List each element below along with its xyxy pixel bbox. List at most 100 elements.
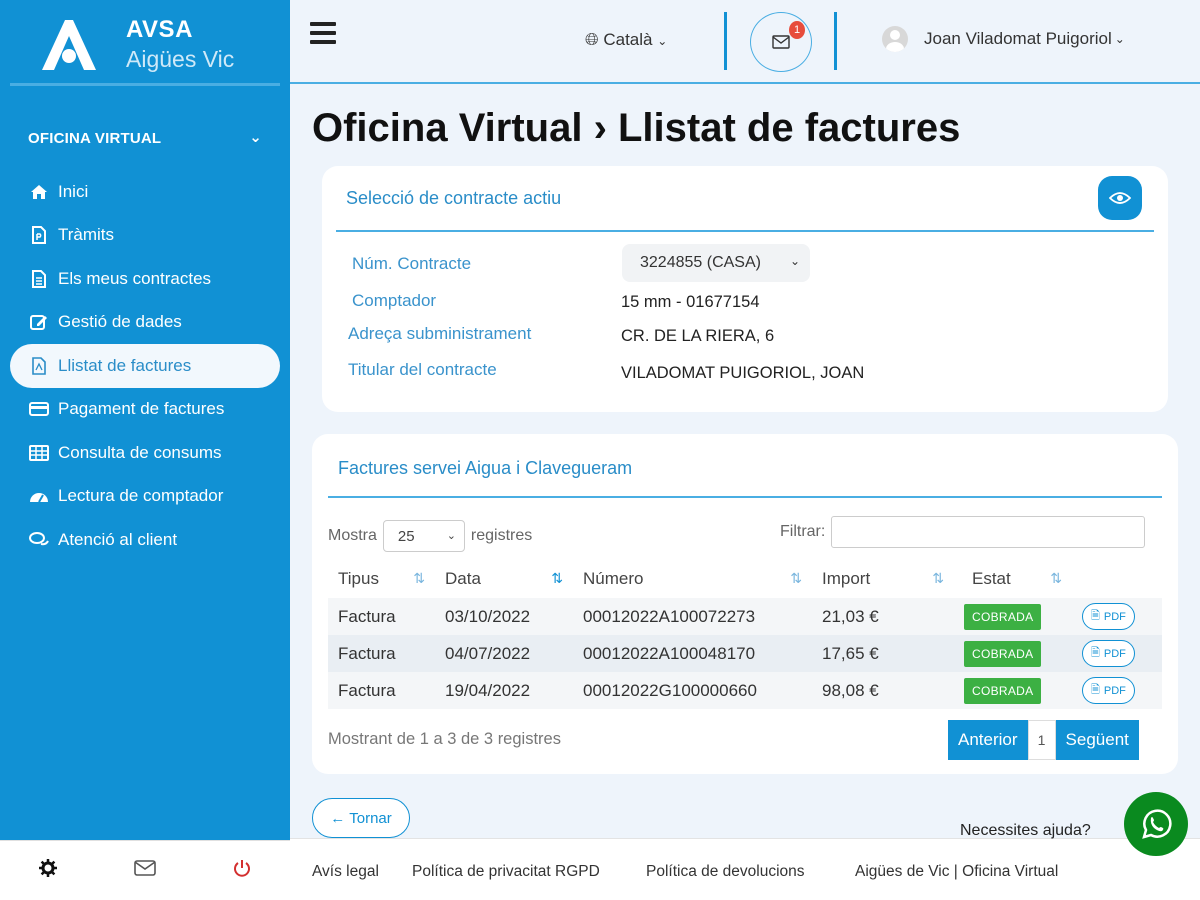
brand-name: AVSA: [126, 16, 193, 43]
sidebar-item-label: Tràmits: [58, 225, 115, 245]
back-button[interactable]: ← Tornar: [312, 798, 410, 838]
divider: [328, 496, 1162, 498]
sidebar-item-llistat-factures[interactable]: Llistat de factures: [10, 344, 280, 388]
status-badge: COBRADA: [964, 677, 1042, 704]
sidebar-item-label: Pagament de factures: [58, 399, 225, 419]
records-info: Mostrant de 1 a 3 de 3 registres: [328, 730, 561, 748]
holder-label: Titular del contracte: [348, 360, 497, 379]
footer-link-refunds[interactable]: Política de devolucions: [646, 863, 805, 881]
contract-select-value: 3224855 (CASA): [640, 254, 761, 271]
envelope-icon[interactable]: [134, 860, 156, 881]
pagination: Anterior 1 Següent: [948, 720, 1139, 760]
pdf-download-button[interactable]: 🗎 PDF: [1082, 640, 1135, 667]
column-header-tipus[interactable]: Tipus ⇅: [328, 560, 435, 598]
sidebar-item-gestio-dades[interactable]: Gestió de dades: [10, 301, 280, 345]
divider: [724, 12, 727, 70]
sidebar-item-contractes[interactable]: Els meus contractes: [10, 257, 280, 301]
topbar: 🌐︎ Català ⌄ 1 Joan Viladomat Puigoriol ⌄: [290, 0, 1200, 84]
page-number[interactable]: 1: [1027, 720, 1056, 760]
column-header-estat[interactable]: Estat ⇅: [954, 560, 1072, 598]
filter-input[interactable]: [831, 516, 1146, 548]
sidebar-item-label: Inici: [58, 181, 89, 201]
divider: [834, 12, 837, 70]
cell-amount: 17,65 €: [812, 635, 954, 672]
contract-card: Selecció de contracte actiu Núm. Contrac…: [322, 166, 1168, 412]
notification-badge: 1: [789, 21, 805, 39]
cell-amount: 21,03 €: [812, 598, 954, 635]
pdf-download-button[interactable]: 🗎 PDF: [1082, 603, 1135, 630]
holder-value: VILADOMAT PUIGORIOL, JOAN: [621, 364, 865, 382]
prev-page-button[interactable]: Anterior: [948, 720, 1028, 760]
sort-icon: ⇅: [932, 570, 944, 586]
show-label: Mostra: [328, 527, 377, 544]
sort-icon: ⇅: [790, 570, 802, 586]
sidebar-item-tramits[interactable]: Tràmits: [10, 214, 280, 258]
sidebar-item-label: Atenció al client: [58, 529, 178, 549]
page-title: Oficina Virtual › Llistat de factures: [312, 106, 961, 150]
divider: [336, 230, 1154, 232]
hamburger-menu-icon[interactable]: [310, 22, 336, 44]
sidebar-item-label: Consulta de consums: [58, 442, 222, 462]
cell-amount: 98,08 €: [812, 672, 954, 709]
sidebar-item-pagament[interactable]: Pagament de factures: [10, 388, 280, 432]
next-page-button[interactable]: Següent: [1055, 720, 1139, 760]
pdf-download-button[interactable]: 🗎 PDF: [1082, 677, 1135, 704]
back-button-label: Tornar: [349, 809, 392, 827]
contract-select[interactable]: 3224855 (CASA) ⌄: [622, 244, 810, 282]
power-icon[interactable]: [233, 859, 251, 882]
filter-label: Filtrar:: [780, 523, 826, 540]
chevron-down-icon: ⌄: [789, 254, 800, 268]
meter-value: 15 mm - 01677154: [621, 293, 760, 311]
page-length-value: 25: [397, 528, 415, 545]
cell-date: 19/04/2022: [435, 672, 573, 709]
sidebar-item-atencio[interactable]: Atenció al client: [10, 518, 280, 562]
avatar: [882, 26, 908, 52]
globe-icon: 🌐︎: [585, 30, 599, 49]
page-length-select[interactable]: 25 ⌄: [382, 520, 465, 552]
sidebar-item-consums[interactable]: Consulta de consums: [10, 431, 280, 475]
sidebar-section-toggle[interactable]: OFICINA VIRTUAL ⌄: [28, 129, 268, 147]
footer-link-legal[interactable]: Avís legal: [312, 863, 379, 881]
sidebar-footer: [0, 840, 290, 900]
arrow-left-icon: ←: [330, 809, 346, 827]
sidebar-item-inici[interactable]: Inici: [10, 170, 280, 214]
language-label: Català: [603, 30, 653, 49]
cell-number: 00012022A100072273: [573, 598, 812, 635]
column-header-data[interactable]: Data ⇅: [435, 560, 573, 598]
cell-status: COBRADA: [954, 635, 1072, 672]
edit-icon: [28, 313, 50, 331]
user-menu[interactable]: Joan Viladomat Puigoriol ⌄: [882, 26, 1125, 52]
column-header-numero[interactable]: Número ⇅: [573, 560, 812, 598]
help-text: Necessites ajuda?: [960, 822, 1091, 839]
whatsapp-button[interactable]: [1124, 792, 1188, 856]
chevron-down-icon: ⌄: [249, 129, 262, 146]
language-selector[interactable]: 🌐︎ Català ⌄: [585, 30, 667, 50]
home-icon: [28, 184, 50, 200]
cell-actions: 🗎 PDF: [1072, 598, 1162, 635]
sidebar-item-label: Lectura de comptador: [58, 486, 224, 506]
gauge-icon: [28, 488, 50, 504]
pdf-file-icon: 🗎: [1091, 684, 1100, 696]
user-name: Joan Viladomat Puigoriol: [924, 29, 1112, 48]
pdf-file-icon: [28, 356, 50, 375]
contract-card-title: Selecció de contracte actiu: [346, 188, 562, 208]
meter-label: Comptador: [352, 291, 437, 310]
column-header-import[interactable]: Import ⇅: [812, 560, 954, 598]
pdf-file-icon: 🗎: [1091, 610, 1100, 622]
pdf-file-icon: 🗎: [1091, 647, 1100, 659]
cell-actions: 🗎 PDF: [1072, 672, 1162, 709]
footer-link-office[interactable]: Aigües de Vic | Oficina Virtual: [855, 863, 1058, 881]
sidebar-item-lectura[interactable]: Lectura de comptador: [10, 475, 280, 519]
table-icon: [28, 444, 50, 461]
gear-icon[interactable]: [38, 859, 57, 882]
document-icon: [28, 226, 50, 245]
notifications-button[interactable]: 1: [750, 12, 812, 72]
footer-link-privacy[interactable]: Política de privacitat RGPD: [412, 863, 600, 881]
chat-icon: [28, 531, 50, 549]
brand[interactable]: AVSA Aigües Vic: [10, 0, 280, 86]
brand-subtitle: Aigües Vic: [126, 46, 235, 72]
view-contract-button[interactable]: [1098, 176, 1142, 220]
credit-card-icon: [28, 401, 50, 417]
address-label: Adreça subministrament: [348, 324, 532, 343]
invoices-card: Factures servei Aigua i Clavegueram Most…: [312, 434, 1178, 774]
